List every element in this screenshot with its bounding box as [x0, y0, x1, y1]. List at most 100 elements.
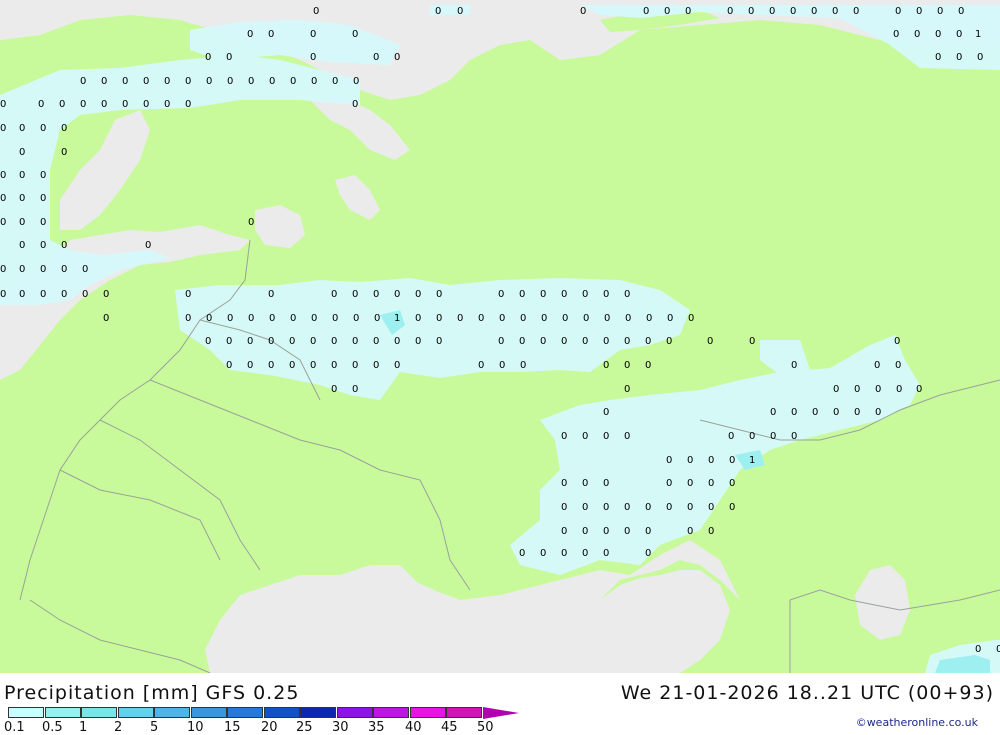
precip-value-label: 0: [541, 313, 547, 324]
precip-value-label: 0: [645, 548, 651, 559]
precip-value-label: 0: [352, 384, 358, 395]
precip-value-label: 0: [19, 289, 25, 300]
credit-link[interactable]: ©weatheronline.co.uk: [856, 716, 978, 729]
precip-value-label: 0: [269, 313, 275, 324]
precip-value-label: 0: [499, 313, 505, 324]
precip-value-label: 0: [853, 6, 859, 17]
precip-value-label: 0: [624, 289, 630, 300]
precip-value-label: 0: [791, 360, 797, 371]
precip-value-label: 0: [185, 99, 191, 110]
precip-value-label: 0: [728, 431, 734, 442]
precip-value-label: 0: [205, 336, 211, 347]
precip-value-label: 0: [436, 289, 442, 300]
precip-value-label: 0: [874, 360, 880, 371]
precip-value-label: 0: [373, 289, 379, 300]
legend-swatch: [446, 707, 482, 718]
precip-value-label: 0: [0, 123, 6, 134]
precip-value-label: 0: [394, 52, 400, 63]
precip-value-label: 0: [310, 360, 316, 371]
precip-value-label: 0: [268, 29, 274, 40]
precip-value-label: 0: [435, 6, 441, 17]
precip-value-label: 0: [645, 360, 651, 371]
precip-value-label: 0: [645, 336, 651, 347]
precip-value-label: 0: [310, 29, 316, 40]
precip-value-label: 0: [331, 384, 337, 395]
precip-value-label: 0: [561, 502, 567, 513]
map-title: Precipitation [mm] GFS 0.25: [4, 682, 300, 704]
precip-value-label: 0: [290, 313, 296, 324]
precip-value-label: 0: [310, 52, 316, 63]
precip-value-label: 0: [290, 76, 296, 87]
precip-value-label: 0: [875, 407, 881, 418]
precip-value-label: 0: [666, 478, 672, 489]
precip-value-label: 0: [729, 478, 735, 489]
precip-value-label: 0: [373, 52, 379, 63]
precip-value-label: 0: [625, 313, 631, 324]
precip-value-label: 0: [603, 502, 609, 513]
precip-value-label: 0: [854, 384, 860, 395]
precip-value-label: 0: [226, 336, 232, 347]
precip-value-label: 0: [80, 99, 86, 110]
precip-value-label: 0: [646, 313, 652, 324]
precip-value-label: 0: [958, 6, 964, 17]
precip-value-label: 0: [185, 289, 191, 300]
precip-value-label: 1: [749, 455, 755, 466]
precip-value-label: 0: [205, 52, 211, 63]
precip-value-label: 0: [0, 170, 6, 181]
precip-value-label: 0: [352, 336, 358, 347]
precip-value-label: 0: [289, 360, 295, 371]
precip-value-label: 0: [624, 526, 630, 537]
precip-value-label: 0: [415, 313, 421, 324]
precip-value-label: 0: [478, 360, 484, 371]
precip-value-label: 0: [268, 336, 274, 347]
precip-value-label: 0: [352, 99, 358, 110]
precip-value-label: 0: [268, 289, 274, 300]
precip-value-label: 0: [269, 76, 275, 87]
precip-value-label: 0: [603, 289, 609, 300]
precip-value-label: 0: [854, 407, 860, 418]
precip-value-label: 0: [561, 431, 567, 442]
precip-value-label: 0: [40, 217, 46, 228]
precip-value-label: 0: [519, 548, 525, 559]
precip-value-label: 0: [248, 217, 254, 228]
precip-value-label: 0: [666, 336, 672, 347]
precip-value-label: 0: [685, 6, 691, 17]
precip-value-label: 0: [603, 526, 609, 537]
precip-value-label: 0: [311, 313, 317, 324]
precip-value-label: 0: [688, 313, 694, 324]
precip-value-label: 0: [19, 170, 25, 181]
precip-value-label: 0: [247, 360, 253, 371]
precip-value-label: 0: [582, 431, 588, 442]
precip-value-label: 0: [603, 548, 609, 559]
precip-value-label: 0: [729, 502, 735, 513]
precip-value-label: 0: [603, 431, 609, 442]
precip-value-label: 0: [562, 313, 568, 324]
precip-value-label: 0: [61, 123, 67, 134]
precip-value-label: 0: [436, 336, 442, 347]
precip-value-label: 0: [353, 313, 359, 324]
precip-value-label: 0: [604, 313, 610, 324]
precip-value-label: 0: [352, 360, 358, 371]
precip-value-label: 0: [666, 455, 672, 466]
precip-value-label: 0: [708, 502, 714, 513]
precip-value-label: 0: [352, 289, 358, 300]
precip-value-label: 0: [457, 313, 463, 324]
precip-value-label: 0: [164, 76, 170, 87]
precip-value-label: 0: [748, 6, 754, 17]
precip-value-label: 0: [975, 644, 981, 655]
precip-value-label: 0: [645, 526, 651, 537]
precip-value-label: 0: [956, 29, 962, 40]
precip-value-label: 0: [624, 360, 630, 371]
precip-value-label: 0: [352, 29, 358, 40]
precip-value-label: 0: [248, 313, 254, 324]
precip-value-label: 0: [122, 99, 128, 110]
precip-value-label: 0: [624, 431, 630, 442]
precip-value-label: 0: [519, 336, 525, 347]
precip-value-label: 0: [603, 478, 609, 489]
precip-value-label: 0: [206, 313, 212, 324]
precip-value-label: 0: [956, 52, 962, 63]
precip-value-label: 0: [248, 76, 254, 87]
legend-swatch: [373, 707, 409, 718]
precip-value-label: 0: [916, 6, 922, 17]
precip-value-label: 0: [331, 336, 337, 347]
